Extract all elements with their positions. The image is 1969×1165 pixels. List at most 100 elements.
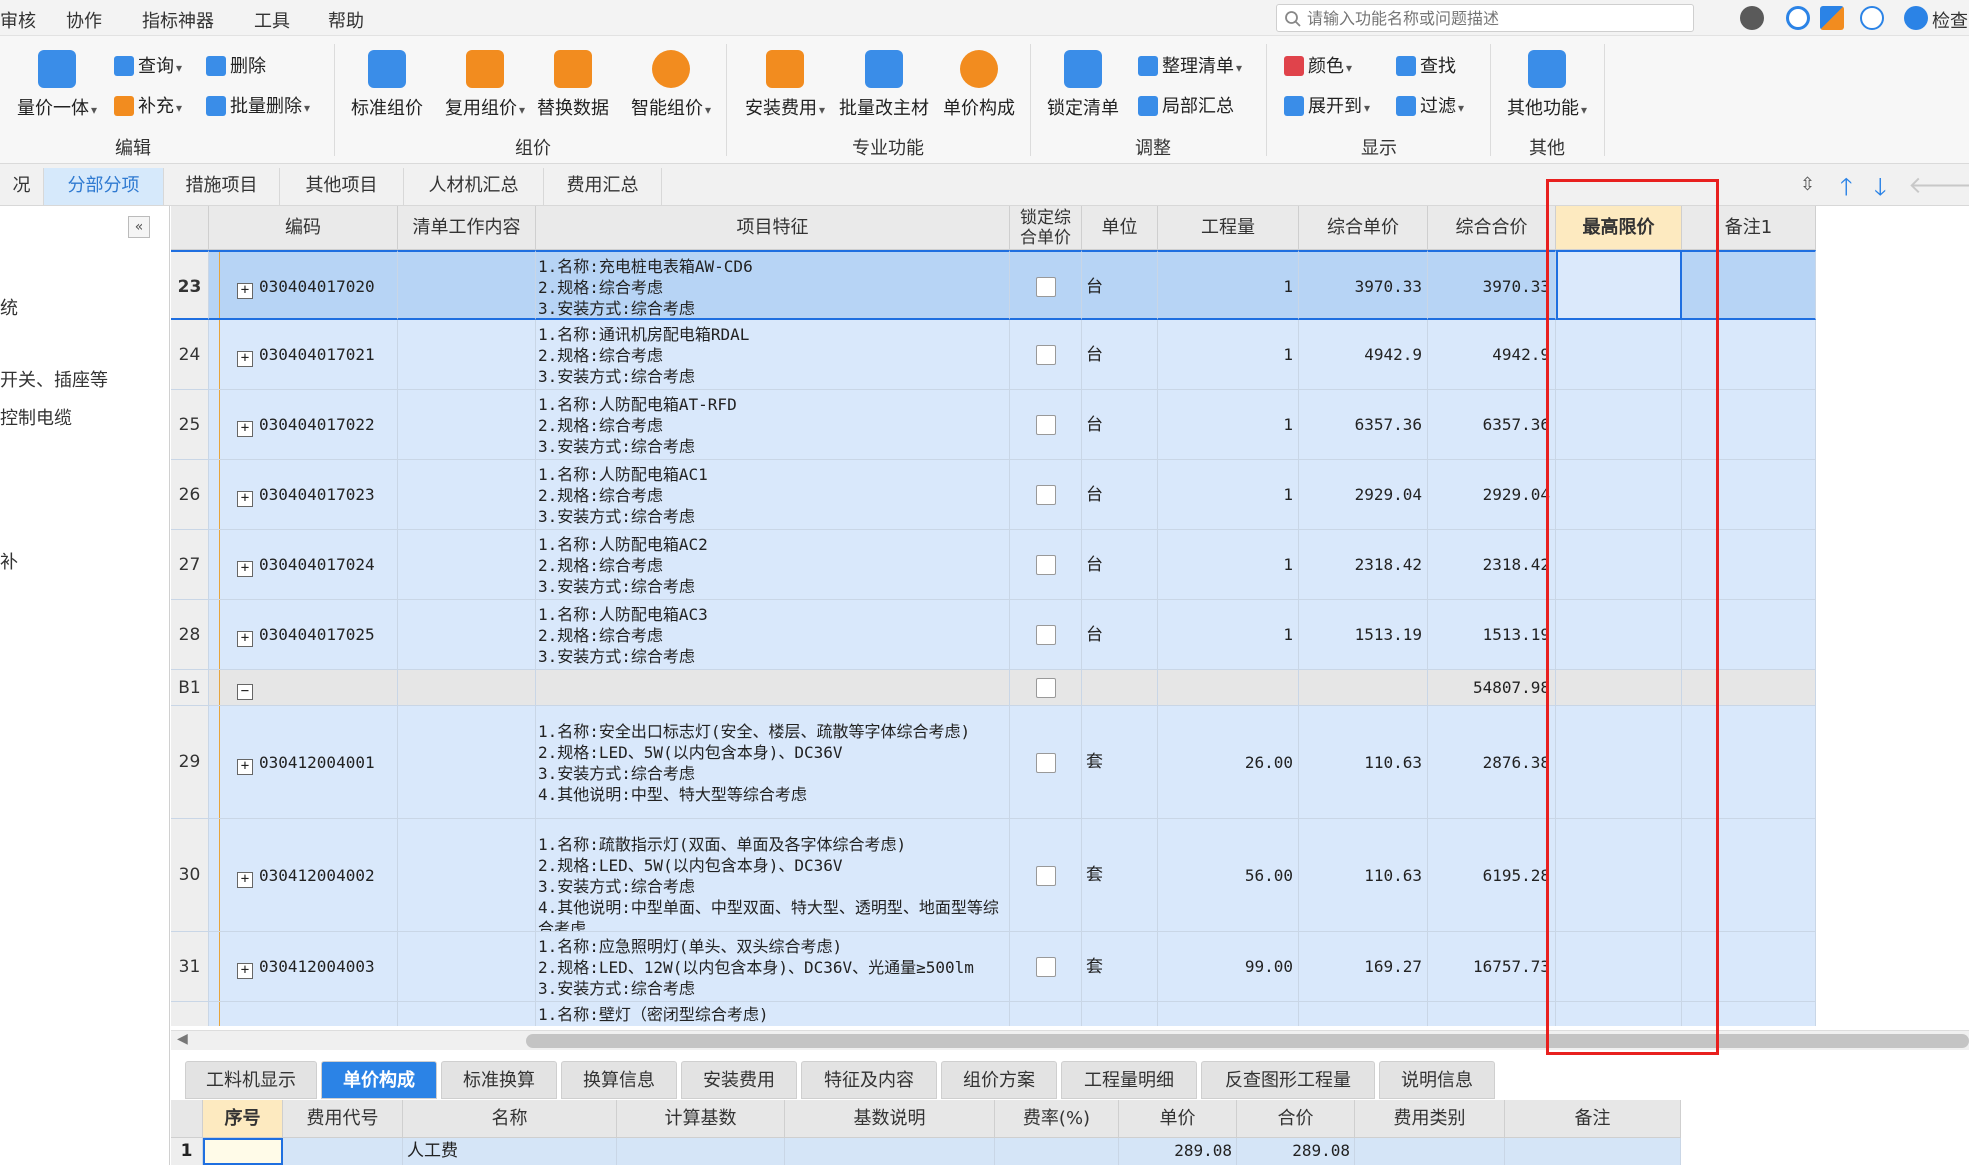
batch-delete-button[interactable]: 批量删除 ▾ [206,94,310,120]
lock-price-cell[interactable] [1010,250,1082,320]
feature-cell[interactable]: 1.名称:充电桩电表箱AW-CD6 2.规格:综合考虑 3.安装方式:综合考虑 [536,250,1010,320]
total-price-cell[interactable]: 3970.33 [1428,250,1556,320]
delete-button[interactable]: 删除 [206,54,266,80]
header-fee-code[interactable]: 费用代号 [283,1100,403,1138]
function-search[interactable] [1276,4,1694,32]
lock-price-checkbox[interactable] [1036,415,1056,435]
lock-price-checkbox[interactable] [1036,752,1056,773]
code-cell[interactable] [209,1002,398,1026]
unit-price-cell[interactable] [1299,1002,1428,1026]
horizontal-scrollbar[interactable]: ◀ [171,1030,1969,1050]
header-lock-price[interactable]: 锁定综合单价 [1010,206,1082,250]
total-price-cell[interactable]: 16757.73 [1428,932,1556,1002]
lock-price-cell[interactable] [1010,460,1082,530]
remark-cell[interactable] [1505,1138,1681,1165]
work-content-cell[interactable] [398,320,536,390]
table-row[interactable]: 28 +030404017025 1.名称:人防配电箱AC3 2.规格:综合考虑 3… [171,600,1816,670]
note-cell[interactable] [1682,460,1816,530]
unit-price-cell[interactable]: 4942.9 [1299,320,1428,390]
lock-price-cell[interactable] [1010,390,1082,460]
quantity-cell[interactable]: 1 [1158,320,1299,390]
expand-node-icon[interactable]: + [237,631,253,647]
max-price-cell[interactable] [1556,250,1682,320]
note-cell[interactable] [1682,1002,1816,1026]
fee-code-cell[interactable] [283,1138,403,1165]
header-code[interactable]: 编码 [209,206,398,250]
tab-overview[interactable]: 况 [0,168,44,205]
expand-node-icon[interactable]: + [237,421,253,437]
header-fee-category[interactable]: 费用类别 [1355,1100,1505,1138]
fee-category-cell[interactable] [1355,1138,1505,1165]
tab-material-summary[interactable]: 人材机汇总 [404,168,544,205]
expand-node-icon[interactable]: + [237,759,253,775]
unit-price-cell[interactable]: 2318.42 [1299,530,1428,600]
lock-price-checkbox[interactable] [1036,625,1056,645]
lock-price-checkbox[interactable] [1036,555,1056,575]
work-content-cell[interactable] [398,600,536,670]
total-price-cell[interactable]: 2929.04 [1428,460,1556,530]
total-price-cell[interactable]: 4942.9 [1428,320,1556,390]
header-feature[interactable]: 项目特征 [536,206,1010,250]
total-price-cell[interactable]: 2318.42 [1428,530,1556,600]
note-cell[interactable] [1682,670,1816,706]
table-row[interactable]: 27 +030404017024 1.名称:人防配电箱AC2 2.规格:综合考虑 3… [171,530,1816,600]
calc-base-cell[interactable] [617,1138,785,1165]
work-content-cell[interactable] [398,250,536,320]
tab-other-items[interactable]: 其他项目 [280,168,404,205]
header-price[interactable]: 单价 [1119,1100,1237,1138]
quantity-cell[interactable]: 1 [1158,530,1299,600]
tab-reverse-check[interactable]: 反查图形工程量 [1201,1061,1375,1099]
quantity-cell[interactable] [1158,1002,1299,1026]
lock-price-cell[interactable] [1010,706,1082,819]
work-content-cell[interactable] [398,819,536,932]
unit-cell[interactable]: 台 [1082,600,1158,670]
feature-cell[interactable]: 1.名称:人防配电箱AT-RFD 2.规格:综合考虑 3.安装方式:综合考虑 [536,390,1010,460]
other-functions-button[interactable]: 其他功能 ▾ [1502,50,1592,120]
quantity-cell[interactable]: 1 [1158,460,1299,530]
max-price-cell[interactable] [1556,706,1682,819]
unit-price-cell[interactable]: 3970.33 [1299,250,1428,320]
total-price-cell[interactable]: 1513.19 [1428,600,1556,670]
tab-description[interactable]: 说明信息 [1379,1061,1495,1099]
header-total-price[interactable]: 综合合价 [1428,206,1556,250]
move-down-arrow-icon[interactable]: 🡓 [1874,170,1886,211]
note-cell[interactable] [1682,932,1816,1002]
lock-price-cell[interactable] [1010,1002,1082,1026]
feature-cell[interactable]: 1.名称:应急照明灯(单头、双头综合考虑) 2.规格:LED、12W(以内包含本… [536,932,1010,1002]
code-cell[interactable]: +030404017025 [209,600,398,670]
note-cell[interactable] [1682,320,1816,390]
total-price-cell[interactable] [1428,1002,1556,1026]
table-row[interactable]: 29 +030412004001 1.名称:安全出口标志灯(安全、楼层、疏散等字体综… [171,706,1816,819]
table-row[interactable]: 26 +030404017023 1.名称:人防配电箱AC1 2.规格:综合考虑 3… [171,460,1816,530]
lock-price-checkbox[interactable] [1036,485,1056,505]
header-max-price[interactable]: 最高限价 [1556,206,1682,250]
rate-cell[interactable] [995,1138,1119,1165]
collapse-panel-button[interactable]: « [128,216,150,238]
max-price-cell[interactable] [1556,390,1682,460]
scroll-left-icon[interactable]: ◀ [177,1031,188,1047]
name-cell[interactable]: 人工费 [403,1138,617,1165]
tree-item[interactable]: 控制电缆 [0,404,72,430]
table-row[interactable]: 23 +030404017020 1.名称:充电桩电表箱AW-CD6 2.规格:综合… [171,250,1816,320]
unit-cell[interactable]: 套 [1082,819,1158,932]
lock-price-checkbox[interactable] [1036,277,1056,297]
feature-cell[interactable]: 1.名称:人防配电箱AC2 2.规格:综合考虑 3.安装方式:综合考虑 [536,530,1010,600]
amount-cell[interactable]: 289.08 [1237,1138,1355,1165]
expand-node-icon[interactable]: + [237,283,253,299]
quantity-cell[interactable]: 1 [1158,390,1299,460]
feature-cell[interactable]: 1.名称:人防配电箱AC1 2.规格:综合考虑 3.安装方式:综合考虑 [536,460,1010,530]
tab-unit-price-composition[interactable]: 单价构成 [321,1061,437,1099]
total-price-cell[interactable]: 54807.98 [1428,670,1556,706]
unit-cell[interactable]: 台 [1082,320,1158,390]
refresh-icon[interactable] [1786,6,1810,30]
tab-measures[interactable]: 措施项目 [164,168,280,205]
total-price-cell[interactable]: 2876.38 [1428,706,1556,819]
feature-cell[interactable]: 1.名称:人防配电箱AC3 2.规格:综合考虑 3.安装方式:综合考虑 [536,600,1010,670]
menu-collab[interactable]: 协作 [66,7,102,33]
max-price-cell[interactable] [1556,600,1682,670]
table-row[interactable]: 31 +030412004003 1.名称:应急照明灯(单头、双头综合考虑) 2.规… [171,932,1816,1002]
move-up-arrow-icon[interactable]: 🡑 [1840,170,1852,211]
unit-price-cell[interactable]: 2929.04 [1299,460,1428,530]
unit-price-cell[interactable]: 1513.19 [1299,600,1428,670]
expand-node-icon[interactable]: + [237,963,253,979]
